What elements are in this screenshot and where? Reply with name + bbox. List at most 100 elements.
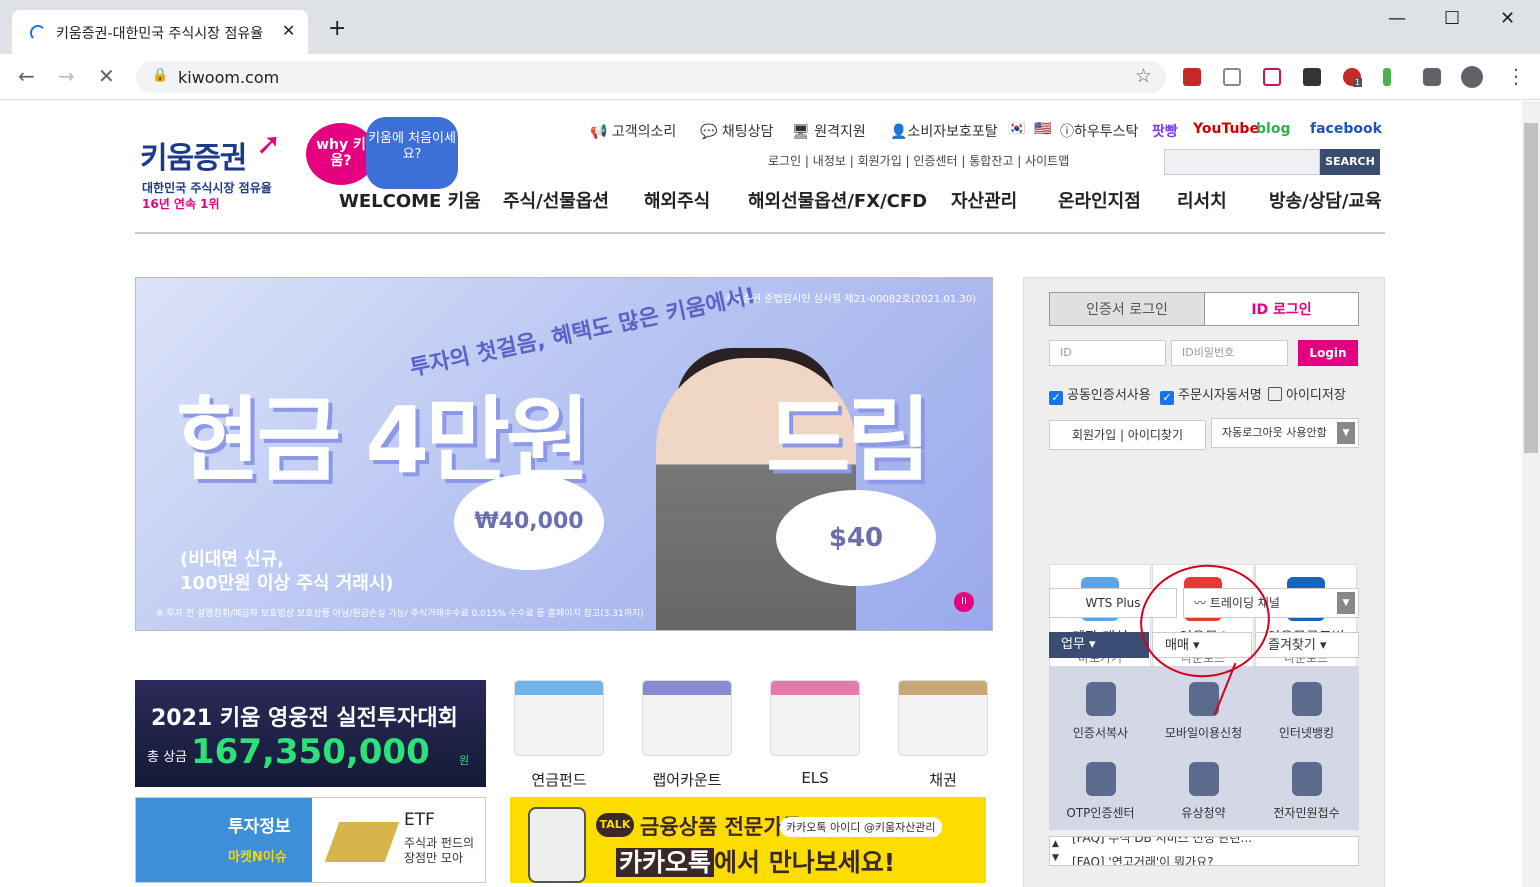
service-label: 전자민원접수 bbox=[1273, 806, 1340, 820]
service-rights-offering[interactable]: 유상청약 bbox=[1152, 762, 1255, 821]
util-youtube[interactable]: YouTube bbox=[1193, 121, 1259, 137]
util-remote[interactable]: 🖥 원격지원 bbox=[792, 121, 866, 141]
tag-extension-icon[interactable] bbox=[1223, 68, 1241, 86]
gnb-stock[interactable]: 주식/선물옵션 bbox=[503, 187, 609, 213]
first-time-bubble[interactable]: 키움에 처음이세요? bbox=[366, 117, 458, 189]
gold-bar-icon bbox=[324, 822, 400, 862]
kakao-title: 금융상품 전문가를 bbox=[640, 815, 802, 839]
member-links[interactable]: 로그인 | 내정보 | 회원가입 | 인증센터 | 통합잔고 | 사이트맵 bbox=[768, 152, 1069, 169]
checkbox-autosign[interactable]: ✓ 주문시자동서명 bbox=[1160, 384, 1262, 405]
browser-tab[interactable]: 키움증권-대한민국 주식시장 점유율 ✕ bbox=[12, 10, 308, 54]
password-input[interactable]: ID비밀번호 bbox=[1171, 340, 1288, 366]
address-bar[interactable]: 🔒 kiwoom.com ☆ bbox=[136, 61, 1166, 93]
minimize-button[interactable]: — bbox=[1388, 8, 1406, 29]
util-voice[interactable]: 📢 고객의소리 bbox=[590, 121, 676, 141]
service-mobile-apply[interactable]: 모바일이용신청 bbox=[1152, 682, 1255, 741]
util-consumer-label: 소비자보호포탈 bbox=[907, 124, 998, 140]
product-els[interactable] bbox=[770, 680, 860, 756]
product-label[interactable]: 연금펀드 bbox=[504, 769, 614, 790]
product-wrap-account[interactable] bbox=[642, 680, 732, 756]
biz-select-work[interactable]: 업무 ▾ bbox=[1049, 632, 1149, 658]
login-button[interactable]: Login bbox=[1298, 340, 1358, 366]
main-banner[interactable]: 키움증권 준법감시인 심사필 제21-00082호(2021.01.30) 투자… bbox=[135, 277, 993, 631]
etf-desc-line1: 주식과 펀드의 bbox=[404, 836, 475, 850]
new-tab-button[interactable]: + bbox=[328, 16, 346, 41]
color-extension-icon[interactable] bbox=[1383, 68, 1391, 86]
adblock-icon[interactable]: 1 bbox=[1343, 68, 1363, 87]
person-icon: 👤 bbox=[890, 124, 908, 140]
maximize-button[interactable]: ☐ bbox=[1444, 8, 1460, 29]
kakao-highlight: 카카오톡 bbox=[616, 848, 715, 877]
flag-usa-icon[interactable]: 🇺🇸 bbox=[1034, 121, 1051, 137]
faq-item[interactable]: [FAQ] '연고거래'이 뭐가요? bbox=[1072, 853, 1214, 865]
gnb-broadcast[interactable]: 방송/상담/교육 bbox=[1269, 187, 1382, 213]
forward-icon[interactable]: → bbox=[58, 64, 75, 88]
util-howto[interactable]: ⓘ하우투스탁 bbox=[1060, 121, 1138, 141]
autologout-value: 자동로그아웃 사용안함 bbox=[1222, 426, 1327, 439]
tab-id-login[interactable]: ID 로그인 bbox=[1204, 292, 1359, 326]
gnb-research[interactable]: 리서치 bbox=[1177, 187, 1227, 213]
faq-scroll-arrows-icon[interactable]: ▲ ▼ bbox=[1052, 837, 1059, 865]
kiwoom-logo[interactable]: 키움증권 bbox=[140, 133, 247, 177]
gnb-overseas-futures[interactable]: 해외선물옵션/FX/CFD bbox=[748, 187, 927, 213]
product-pension-fund[interactable] bbox=[514, 680, 604, 756]
page-scrollbar[interactable] bbox=[1522, 101, 1540, 887]
service-label: 모바일이용신청 bbox=[1164, 726, 1243, 740]
util-consumer[interactable]: 👤소비자보호포탈 bbox=[890, 121, 998, 141]
kakao-promo[interactable]: TALK 금융상품 전문가를 카카오톡 아이디 @키움자산관리 카카오톡 에서 만… bbox=[510, 797, 986, 883]
market-issue-panel[interactable]: 투자정보 마켓N이슈 bbox=[136, 798, 312, 882]
info-extension-icon[interactable] bbox=[1303, 68, 1321, 86]
util-blog[interactable]: blog bbox=[1256, 121, 1290, 137]
site-search-input[interactable] bbox=[1164, 149, 1320, 175]
tab-close-icon[interactable]: ✕ bbox=[282, 21, 295, 40]
mail-icon bbox=[1291, 762, 1322, 796]
screen-extension-icon[interactable] bbox=[1263, 68, 1281, 86]
banner-big-text-2: 드림 bbox=[766, 387, 931, 494]
stop-loading-icon[interactable]: ✕ bbox=[98, 64, 115, 88]
checkbox-unchecked-icon[interactable] bbox=[1268, 387, 1282, 401]
tab-cert-login[interactable]: 인증서 로그인 bbox=[1049, 292, 1205, 326]
util-facebook[interactable]: facebook bbox=[1310, 121, 1382, 137]
extension-icon[interactable] bbox=[1183, 68, 1201, 86]
product-label[interactable]: 채권 bbox=[888, 769, 998, 790]
gnb-online-branch[interactable]: 온라인지점 bbox=[1058, 187, 1141, 213]
util-podbbang[interactable]: 팟빵 bbox=[1152, 121, 1178, 141]
puzzle-extensions-icon[interactable] bbox=[1423, 68, 1441, 86]
util-chat-label: 채팅상담 bbox=[721, 124, 774, 140]
biz-select-favorites[interactable]: 즐겨찾기 ▾ bbox=[1255, 632, 1359, 658]
service-e-complaint[interactable]: 전자민원접수 bbox=[1255, 762, 1358, 821]
id-input[interactable]: ID bbox=[1049, 340, 1166, 366]
service-internet-banking[interactable]: 인터넷뱅킹 bbox=[1255, 682, 1358, 741]
faq-item[interactable]: [FAQ] 주식 DB 서비스 신청 관련... bbox=[1072, 837, 1252, 846]
product-bond[interactable] bbox=[898, 680, 988, 756]
gnb-overseas-stock[interactable]: 해외주식 bbox=[644, 187, 710, 213]
autologout-select[interactable]: 자동로그아웃 사용안함 ▼ bbox=[1211, 418, 1359, 448]
service-otp[interactable]: OTP인증센터 bbox=[1049, 762, 1152, 821]
checkbox-checked-icon[interactable]: ✓ bbox=[1049, 391, 1063, 405]
checkbox-cert[interactable]: ✓ 공동인증서사용 bbox=[1049, 384, 1151, 405]
profile-avatar-icon[interactable] bbox=[1461, 66, 1483, 88]
url-text[interactable]: kiwoom.com bbox=[178, 68, 279, 87]
join-find-id-button[interactable]: 회원가입 | 아이디찾기 bbox=[1049, 420, 1206, 450]
product-label[interactable]: ELS bbox=[760, 769, 870, 787]
service-cert-copy[interactable]: 인증서복사 bbox=[1049, 682, 1152, 741]
checkbox-saveid[interactable]: 아이디저장 bbox=[1268, 384, 1346, 403]
product-label[interactable]: 랩어카운트 bbox=[632, 769, 742, 790]
search-button[interactable]: SEARCH bbox=[1320, 149, 1380, 175]
scrollbar-thumb[interactable] bbox=[1524, 123, 1538, 453]
back-icon[interactable]: ← bbox=[18, 64, 35, 88]
gnb-asset[interactable]: 자산관리 bbox=[951, 187, 1017, 213]
gnb-welcome[interactable]: WELCOME 키움 bbox=[339, 187, 481, 213]
faq-ticker[interactable]: [FAQ] 주식 DB 서비스 신청 관련... [FAQ] '연고거래'이 뭐… bbox=[1049, 836, 1359, 866]
service-label: 인증서복사 bbox=[1072, 726, 1129, 740]
util-chat[interactable]: 💬 채팅상담 bbox=[700, 121, 773, 141]
checkbox-checked-icon[interactable]: ✓ bbox=[1160, 391, 1174, 405]
invest-info-promo[interactable]: 투자정보 마켓N이슈 ETF 주식과 펀드의 장점만 모아 bbox=[135, 797, 486, 883]
talk-badge: TALK bbox=[596, 813, 634, 837]
close-window-button[interactable]: ✕ bbox=[1500, 8, 1515, 29]
menu-kebab-icon[interactable]: ⋮ bbox=[1506, 64, 1526, 88]
flag-korea-icon[interactable]: 🇰🇷 bbox=[1008, 121, 1025, 137]
bookmark-star-icon[interactable]: ☆ bbox=[1135, 65, 1152, 87]
banner-pause-button[interactable]: II bbox=[954, 592, 974, 612]
contest-promo[interactable]: 2021 키움 영웅전 실전투자대회 총 상금 167,350,000 원 bbox=[135, 680, 486, 787]
